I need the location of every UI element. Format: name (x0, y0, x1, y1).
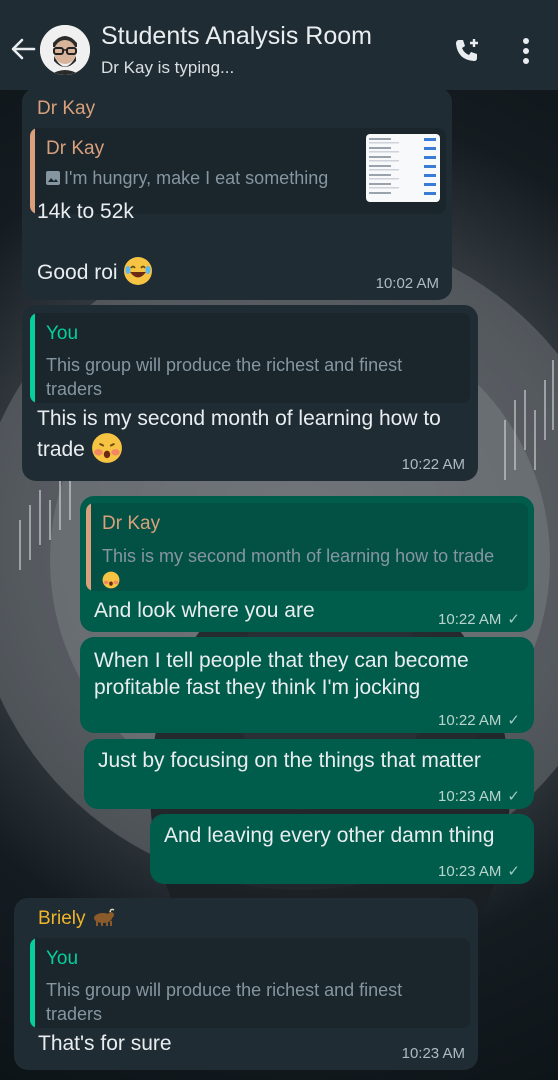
message-time: 10:23 AM (438, 863, 502, 880)
message-text: 14k to 52k (37, 200, 134, 223)
message-status: 10:23 AM ✓ (438, 862, 520, 880)
message-status: 10:23 AM ✓ (438, 787, 520, 805)
sent-check-icon: ✓ (507, 611, 520, 628)
message-bubble-incoming[interactable]: You This group will produce the richest … (22, 305, 478, 481)
quote-bar (30, 938, 35, 1028)
quote-bar (30, 313, 35, 403)
message-bubble-outgoing[interactable]: Just by focusing on the things that matt… (84, 739, 534, 809)
quote-text: I'm hungry, make I eat something (64, 168, 329, 188)
message-text: That's for sure (38, 1032, 172, 1055)
more-options-icon[interactable] (514, 36, 538, 66)
message-time: 10:22 AM (438, 611, 502, 628)
quote-content: I'm hungry, make I eat something (46, 168, 328, 189)
message-text: And look where you are (94, 599, 315, 622)
sent-check-icon: ✓ (507, 712, 520, 729)
avatar-icon (40, 25, 90, 75)
bull-emoji-icon (93, 908, 115, 926)
trade-list-thumbnail-icon (369, 138, 436, 195)
quote-text: This group will produce the richest and … (46, 355, 403, 399)
message-bubble-incoming[interactable]: Briely You This group will produce the r… (14, 898, 478, 1070)
message-status: 10:22 AM ✓ (438, 711, 520, 729)
quoted-message[interactable]: You This group will produce the richest … (30, 313, 470, 403)
quote-author: Dr Kay (46, 138, 105, 159)
sent-check-icon: ✓ (507, 863, 520, 880)
shy-emoji-icon (102, 571, 120, 589)
quote-bar (30, 128, 35, 214)
quoted-message[interactable]: You This group will produce the richest … (30, 938, 470, 1028)
message-bubble-outgoing[interactable]: Dr Kay This is my second month of learni… (80, 496, 534, 632)
quote-text: This is my second month of learning how … (102, 546, 495, 566)
message-time: 10:22 AM (438, 712, 502, 729)
sender-name: Dr Kay (37, 98, 96, 119)
message-time: 10:23 AM (438, 788, 502, 805)
message-bubble-outgoing[interactable]: When I tell people that they can become … (80, 637, 534, 733)
quote-content: This is my second month of learning how … (102, 544, 517, 591)
quote-author: You (46, 323, 79, 344)
quote-bar (86, 503, 91, 591)
message-bubble-outgoing[interactable]: And leaving every other damn thing 10:23… (150, 814, 534, 884)
message-text-line: Good roi (37, 256, 153, 286)
message-time: 10:02 AM (375, 275, 439, 292)
add-call-icon[interactable] (452, 36, 482, 66)
photo-icon (46, 171, 60, 185)
message-text: Just by focusing on the things that matt… (98, 749, 481, 772)
message-text: Good roi (37, 261, 118, 284)
laughing-emoji-icon (124, 257, 153, 285)
sender-name: Briely (38, 908, 86, 929)
shy-emoji-icon (91, 433, 122, 463)
quote-thumbnail (366, 134, 440, 202)
chat-header: Students Analysis Room Dr Kay is typing.… (0, 0, 558, 90)
message-text: When I tell people that they can become … (94, 649, 469, 699)
quote-author: You (46, 948, 79, 969)
group-avatar[interactable] (40, 25, 90, 75)
message-time: 10:22 AM (401, 456, 465, 473)
quote-author: Dr Kay (102, 513, 161, 534)
typing-status: Dr Kay is typing... (101, 58, 235, 77)
quoted-message[interactable]: Dr Kay This is my second month of learni… (86, 503, 528, 591)
quote-text: This group will produce the richest and … (46, 980, 403, 1024)
sender-line: Briely (38, 907, 115, 930)
chat-title[interactable]: Students Analysis Room (101, 22, 372, 51)
message-status: 10:22 AM ✓ (438, 610, 520, 628)
sent-check-icon: ✓ (507, 788, 520, 805)
message-text: And leaving every other damn thing (164, 824, 495, 847)
back-arrow-icon[interactable] (8, 34, 38, 64)
message-bubble-incoming[interactable]: Dr Kay Dr Kay I'm hungry, make I eat som… (22, 88, 452, 300)
message-time: 10:23 AM (401, 1045, 465, 1062)
